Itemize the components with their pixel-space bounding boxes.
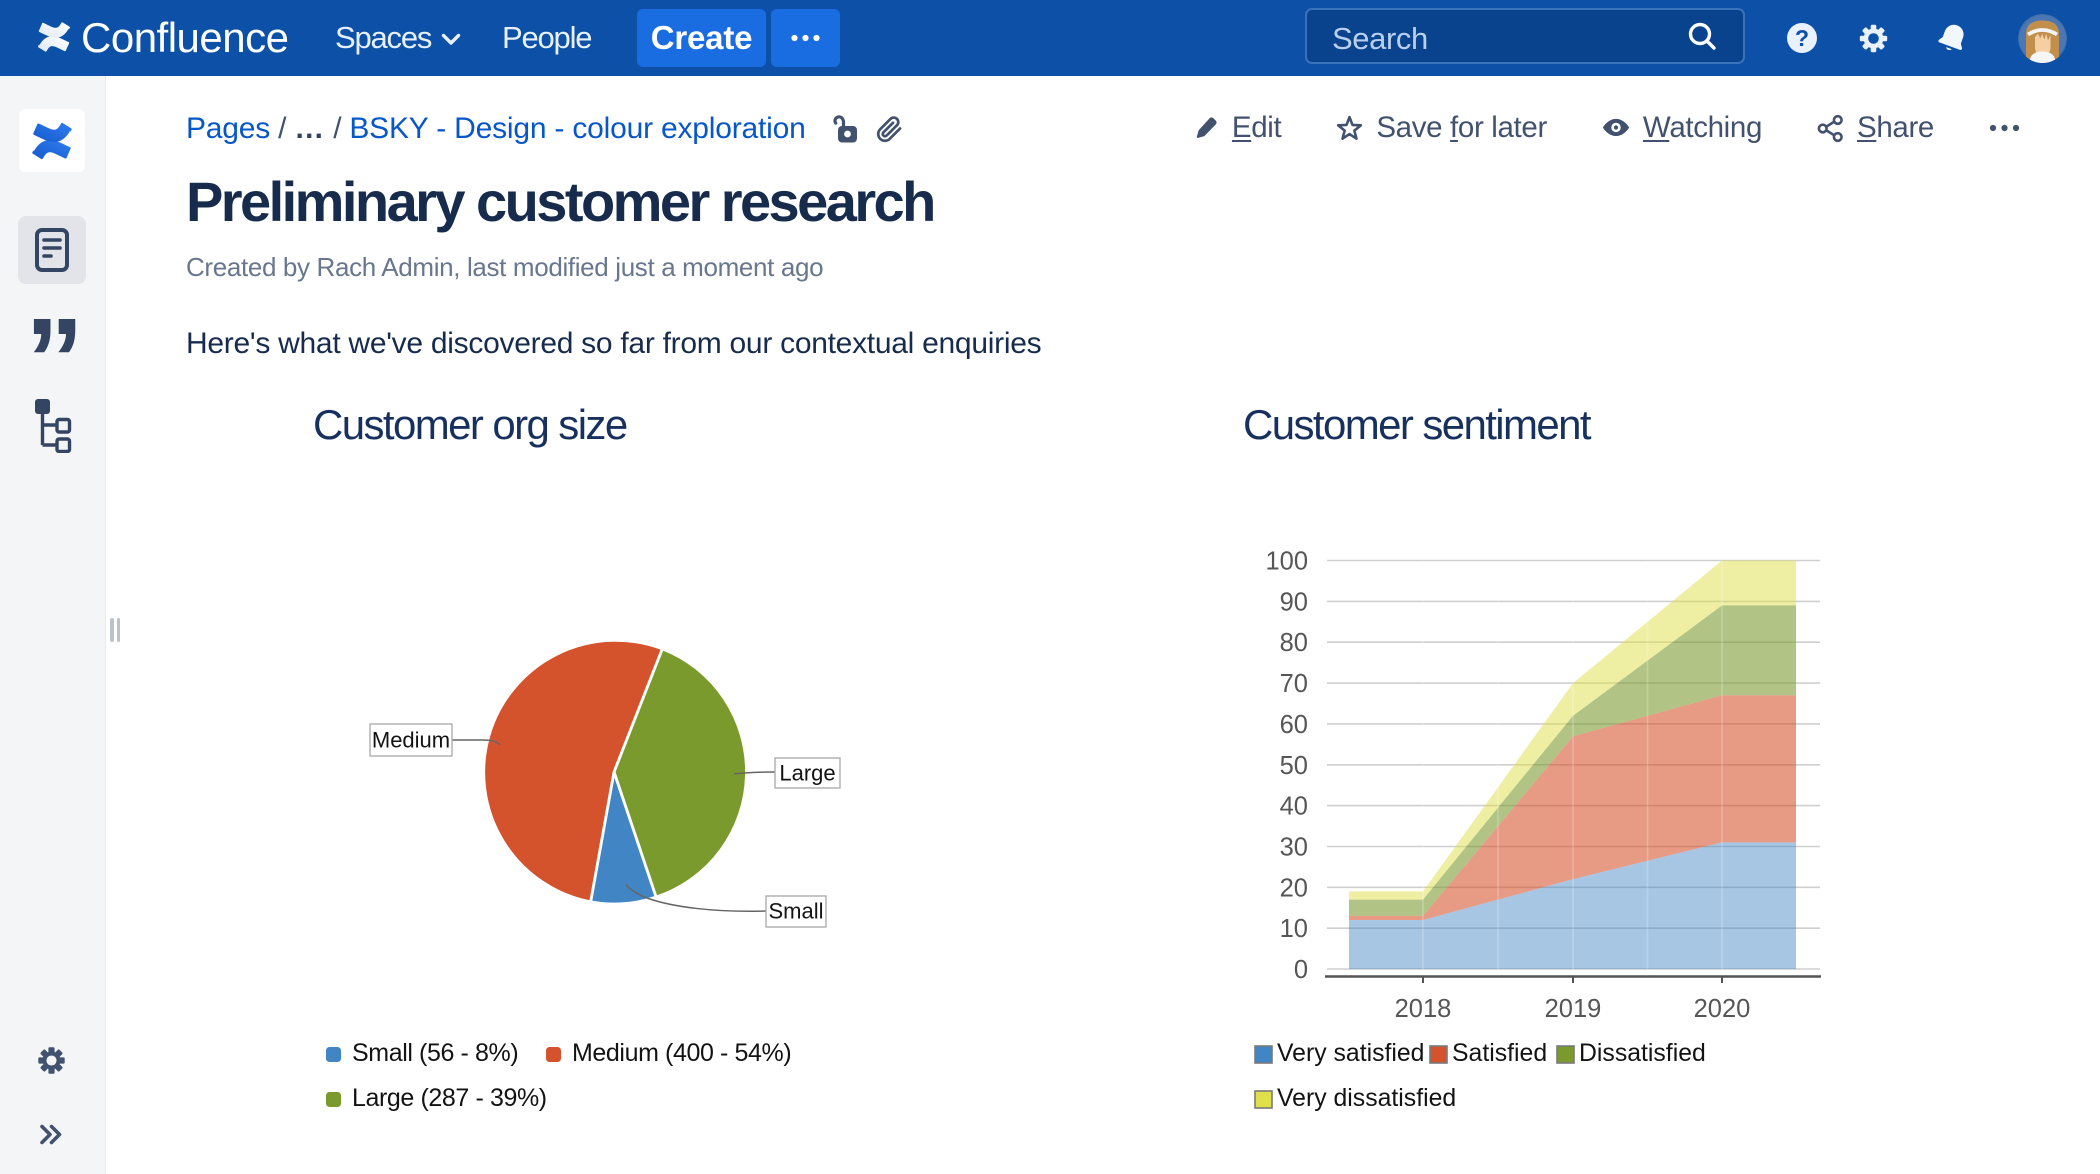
svg-text:Satisfied: Satisfied [1452,1040,1547,1067]
svg-text:Large: Large [779,761,835,786]
svg-text:30: 30 [1280,834,1308,862]
svg-text:Medium (400 - 54%): Medium (400 - 54%) [572,1039,791,1067]
svg-text:100: 100 [1265,548,1308,576]
svg-text:Very dissatisfied: Very dissatisfied [1277,1085,1456,1112]
svg-text:2018: 2018 [1395,995,1452,1023]
svg-text:Medium: Medium [372,728,450,753]
svg-text:20: 20 [1280,874,1308,902]
svg-text:60: 60 [1280,711,1308,739]
svg-text:Dissatisfied: Dissatisfied [1579,1040,1706,1067]
svg-text:0: 0 [1294,956,1308,984]
svg-text:2019: 2019 [1545,995,1602,1023]
svg-text:50: 50 [1280,752,1308,780]
svg-text:Small (56 - 8%): Small (56 - 8%) [352,1039,518,1067]
svg-text:70: 70 [1280,670,1308,698]
svg-text:Very satisfied: Very satisfied [1277,1040,1424,1067]
svg-text:Large (287 - 39%): Large (287 - 39%) [352,1084,547,1112]
svg-text:Small: Small [768,899,823,924]
svg-text:10: 10 [1280,915,1308,943]
svg-text:90: 90 [1280,588,1308,616]
svg-text:80: 80 [1280,629,1308,657]
svg-text:40: 40 [1280,793,1308,821]
svg-text:2020: 2020 [1694,995,1751,1023]
